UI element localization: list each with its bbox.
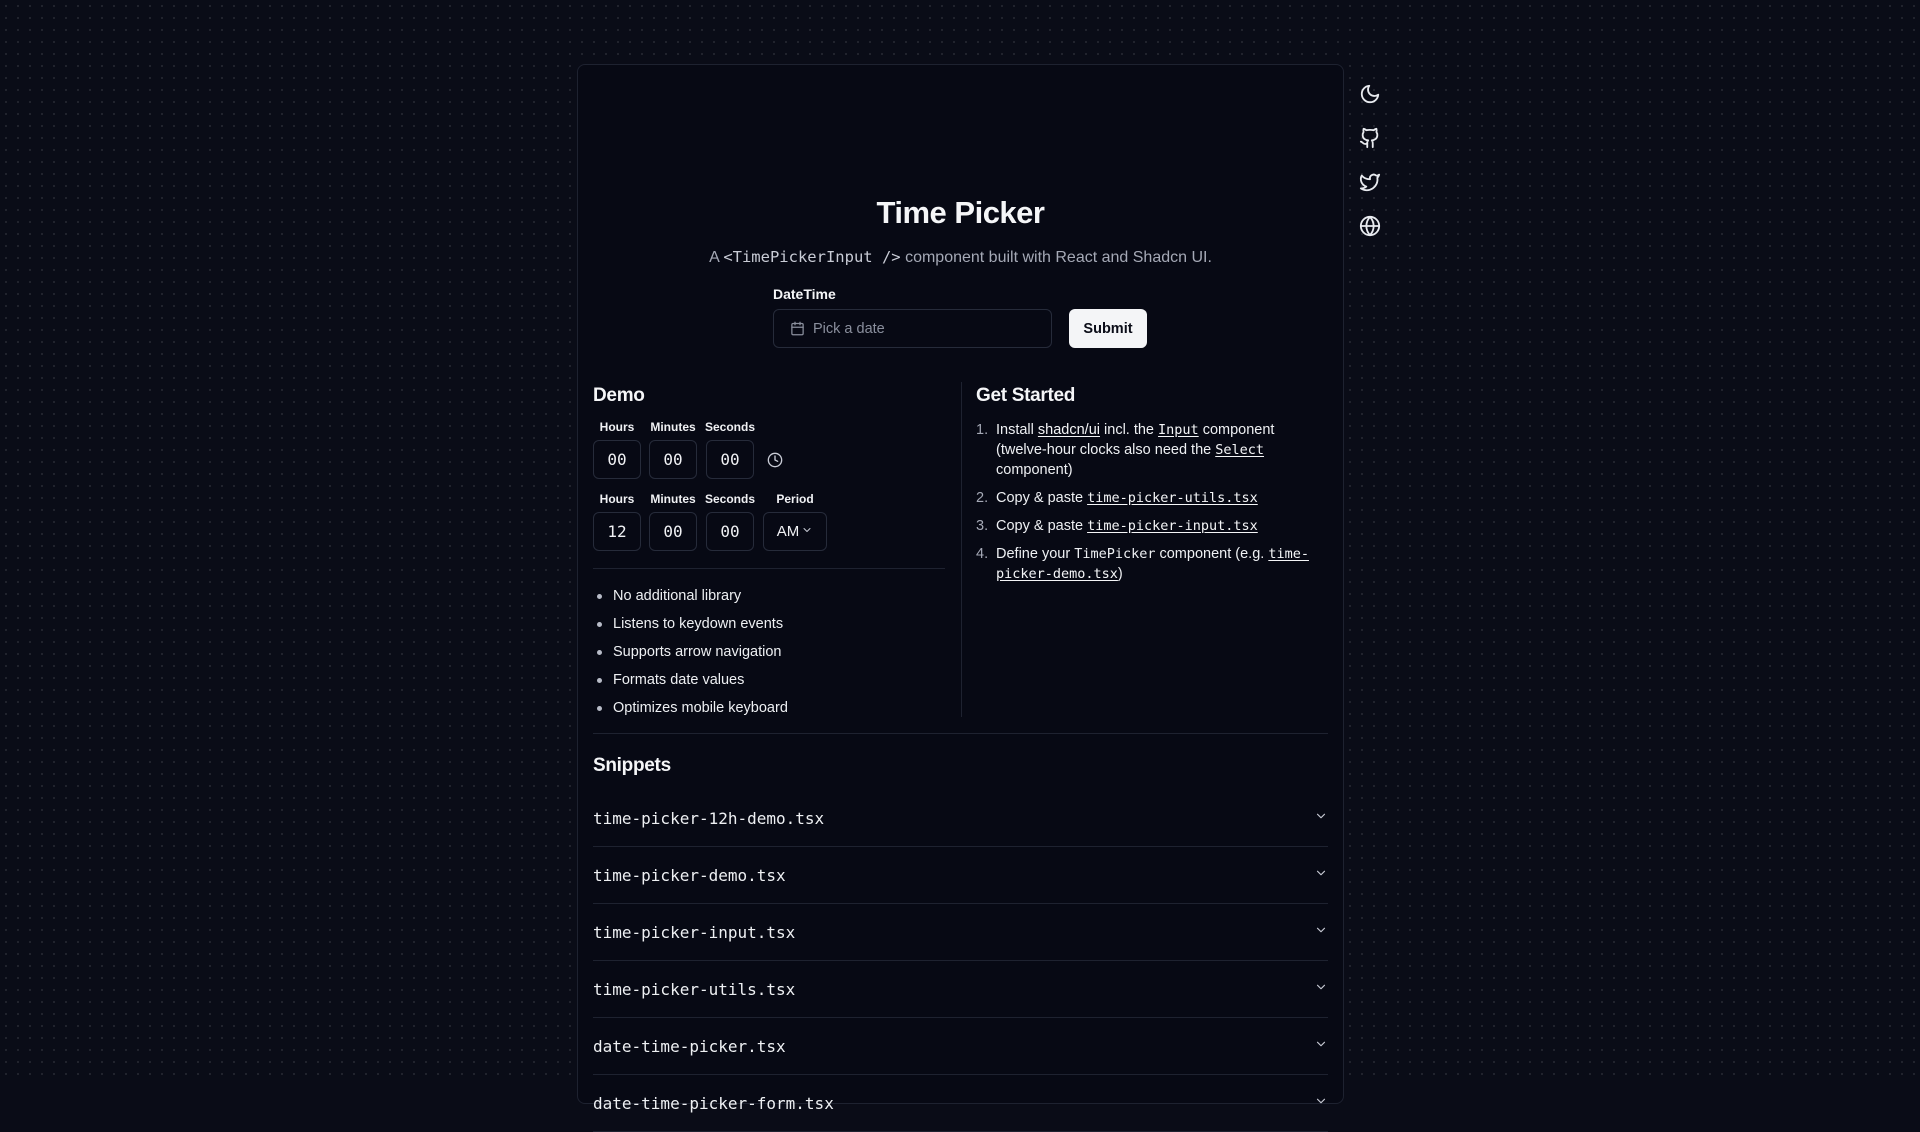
time-picker-input-link[interactable]: time-picker-input.tsx	[1087, 518, 1258, 534]
period-select[interactable]: AM	[763, 512, 828, 551]
list-item: 2. Copy & paste time-picker-utils.tsx	[976, 488, 1321, 508]
list-item: 3. Copy & paste time-picker-input.tsx	[976, 516, 1321, 536]
seconds-label: Seconds	[705, 420, 756, 434]
column-divider	[961, 382, 962, 717]
step-text: Define your	[996, 546, 1075, 562]
step-text: component (e.g.	[1155, 546, 1269, 562]
period-field: Period AM	[763, 492, 828, 551]
subtitle-code: <TimePickerInput />	[723, 248, 901, 266]
seconds-input-12h[interactable]: 00	[706, 512, 754, 551]
step-number: 4.	[976, 546, 989, 562]
moon-icon[interactable]	[1357, 81, 1383, 107]
hours-field: Hours 00	[593, 420, 641, 479]
seconds-field: Seconds 00	[705, 420, 755, 479]
clock-icon	[763, 440, 787, 479]
step-number: 1.	[976, 422, 989, 438]
step-text: )	[1117, 566, 1123, 582]
list-item: Supports arrow navigation	[593, 638, 788, 666]
snippet-filename: time-picker-input.tsx	[593, 922, 796, 942]
minutes-label: Minutes	[650, 420, 696, 434]
chevron-down-icon	[1314, 1037, 1328, 1056]
hours-label-12h: Hours	[599, 492, 635, 506]
step-text: Copy & paste	[996, 518, 1088, 534]
seconds-field-12h: Seconds 00	[705, 492, 755, 551]
input-link[interactable]: Input	[1158, 422, 1199, 438]
list-item: 1. Install shadcn/ui incl. the Input com…	[976, 420, 1321, 480]
submit-button[interactable]: Submit	[1069, 309, 1147, 348]
demo-divider	[593, 568, 945, 569]
snippet-accordion-item[interactable]: time-picker-input.tsx	[593, 904, 1328, 961]
step-text: Install	[996, 422, 1038, 438]
time-picker-24h: Hours 00 Minutes 00 Seconds 00	[593, 420, 787, 479]
time-picker-12h: Hours 12 Minutes 00 Seconds 00 Period AM	[593, 492, 828, 551]
shadcn-ui-link[interactable]: shadcn/ui	[1038, 422, 1100, 438]
page-title: Time Picker	[876, 195, 1045, 230]
chevron-down-icon	[1314, 980, 1328, 999]
snippet-accordion-item[interactable]: date-time-picker.tsx	[593, 1018, 1328, 1075]
minutes-input[interactable]: 00	[649, 440, 697, 479]
snippet-filename: time-picker-12h-demo.tsx	[593, 808, 825, 828]
date-picker-button[interactable]: Pick a date	[773, 309, 1052, 348]
list-item: Listens to keydown events	[593, 610, 788, 638]
list-item: No additional library	[593, 582, 788, 610]
step-text: incl. the	[1100, 422, 1159, 438]
step-number: 3.	[976, 518, 989, 534]
seconds-input[interactable]: 00	[706, 440, 754, 479]
period-value: AM	[776, 523, 800, 540]
chevron-down-icon	[1314, 923, 1328, 942]
snippet-filename: time-picker-utils.tsx	[593, 979, 796, 999]
get-started-title: Get Started	[976, 385, 1076, 406]
chevron-down-icon	[1314, 809, 1328, 828]
step-text: Copy & paste	[996, 490, 1088, 506]
snippet-filename: time-picker-demo.tsx	[593, 865, 786, 885]
select-link[interactable]: Select	[1215, 442, 1264, 458]
snippet-filename: date-time-picker.tsx	[593, 1036, 786, 1056]
snippet-filename: date-time-picker-form.tsx	[593, 1093, 834, 1113]
subtitle-suffix: component built with React and Shadcn UI…	[900, 249, 1212, 266]
list-item: 4. Define your TimePicker component (e.g…	[976, 544, 1321, 584]
snippet-accordion-item[interactable]: time-picker-demo.tsx	[593, 847, 1328, 904]
demo-title: Demo	[593, 385, 645, 406]
time-picker-utils-link[interactable]: time-picker-utils.tsx	[1087, 490, 1258, 506]
section-divider	[593, 733, 1328, 734]
date-picker-placeholder: Pick a date	[813, 320, 885, 337]
chevron-down-icon	[801, 523, 813, 540]
period-label: Period	[776, 492, 814, 506]
hours-input[interactable]: 00	[593, 440, 641, 479]
globe-icon[interactable]	[1357, 213, 1383, 239]
chevron-down-icon	[1314, 866, 1328, 885]
seconds-label-12h: Seconds	[705, 492, 756, 506]
snippet-accordion-item[interactable]: date-time-picker-form.tsx	[593, 1075, 1328, 1132]
minutes-label-12h: Minutes	[650, 492, 696, 506]
get-started-steps: 1. Install shadcn/ui incl. the Input com…	[976, 420, 1321, 592]
list-item: Formats date values	[593, 666, 788, 694]
page-subtitle: A <TimePickerInput /> component built wi…	[578, 248, 1343, 267]
minutes-input-12h[interactable]: 00	[649, 512, 697, 551]
step-number: 2.	[976, 490, 989, 506]
calendar-icon	[790, 321, 805, 336]
minutes-field: Minutes 00	[649, 420, 697, 479]
twitter-icon[interactable]	[1357, 169, 1383, 195]
step-text: component)	[996, 462, 1073, 478]
main-card: Time Picker A <TimePickerInput /> compon…	[577, 64, 1344, 1132]
hours-label: Hours	[599, 420, 635, 434]
timepicker-code: TimePicker	[1074, 546, 1156, 562]
snippet-accordion-item[interactable]: time-picker-12h-demo.tsx	[593, 790, 1328, 847]
feature-list: No additional library Listens to keydown…	[593, 582, 788, 722]
minutes-field-12h: Minutes 00	[649, 492, 697, 551]
hours-field-12h: Hours 12	[593, 492, 641, 551]
hours-input-12h[interactable]: 12	[593, 512, 641, 551]
subtitle-prefix: A	[709, 249, 724, 266]
chevron-down-icon	[1314, 1094, 1328, 1113]
list-item: Optimizes mobile keyboard	[593, 694, 788, 722]
snippet-accordion-item[interactable]: time-picker-utils.tsx	[593, 961, 1328, 1018]
datetime-label: DateTime	[773, 286, 836, 302]
snippets-title: Snippets	[593, 755, 671, 776]
github-icon[interactable]	[1357, 125, 1383, 151]
